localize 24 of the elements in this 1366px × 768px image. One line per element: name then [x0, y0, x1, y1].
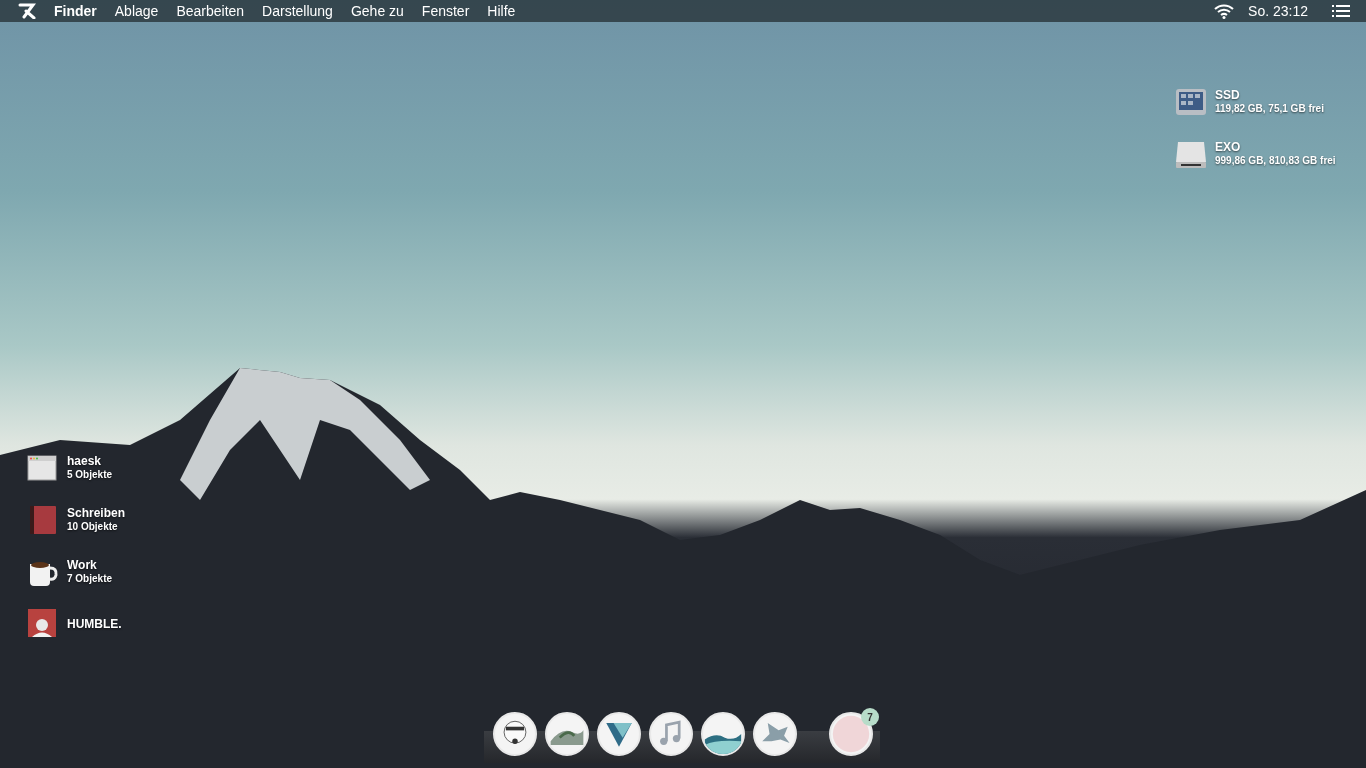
window-icon[interactable] [27, 452, 59, 484]
desktop-item-name[interactable]: HUMBLE. [67, 616, 122, 632]
wifi-icon[interactable] [1214, 3, 1235, 19]
desktop-item-name[interactable]: Work [67, 558, 113, 574]
desktop-item-info: 7 Objekte [67, 573, 113, 586]
desktop-item-name[interactable]: haesk [67, 454, 113, 470]
drive-info: 119,82 GB, 75,1 GB frei [1215, 103, 1324, 116]
desktop-item-info: 10 Objekte [67, 521, 119, 534]
drive-info: 999,86 GB, 810,83 GB frei [1215, 155, 1336, 168]
menu-item[interactable]: Finder [54, 0, 97, 22]
menu-item[interactable]: Darstellung [262, 0, 333, 22]
desktop-item-name[interactable]: Schreiben [67, 506, 126, 522]
menu-item[interactable]: Gehe zu [350, 0, 404, 22]
menu-clock[interactable]: So. 23:12 [1248, 0, 1308, 22]
menu-item[interactable]: Fenster [421, 0, 470, 22]
list-icon[interactable] [1332, 5, 1350, 17]
menu-item[interactable]: Ablage [114, 0, 159, 22]
menu-item[interactable]: Bearbeiten [176, 0, 245, 22]
desktop-item-info: 5 Objekte [67, 469, 113, 482]
book-icon[interactable] [27, 504, 59, 536]
menu-item[interactable]: Hilfe [487, 0, 516, 22]
album-cover-icon[interactable] [27, 608, 59, 640]
logo-icon[interactable] [18, 3, 36, 19]
ssd-icon[interactable] [1175, 86, 1207, 118]
